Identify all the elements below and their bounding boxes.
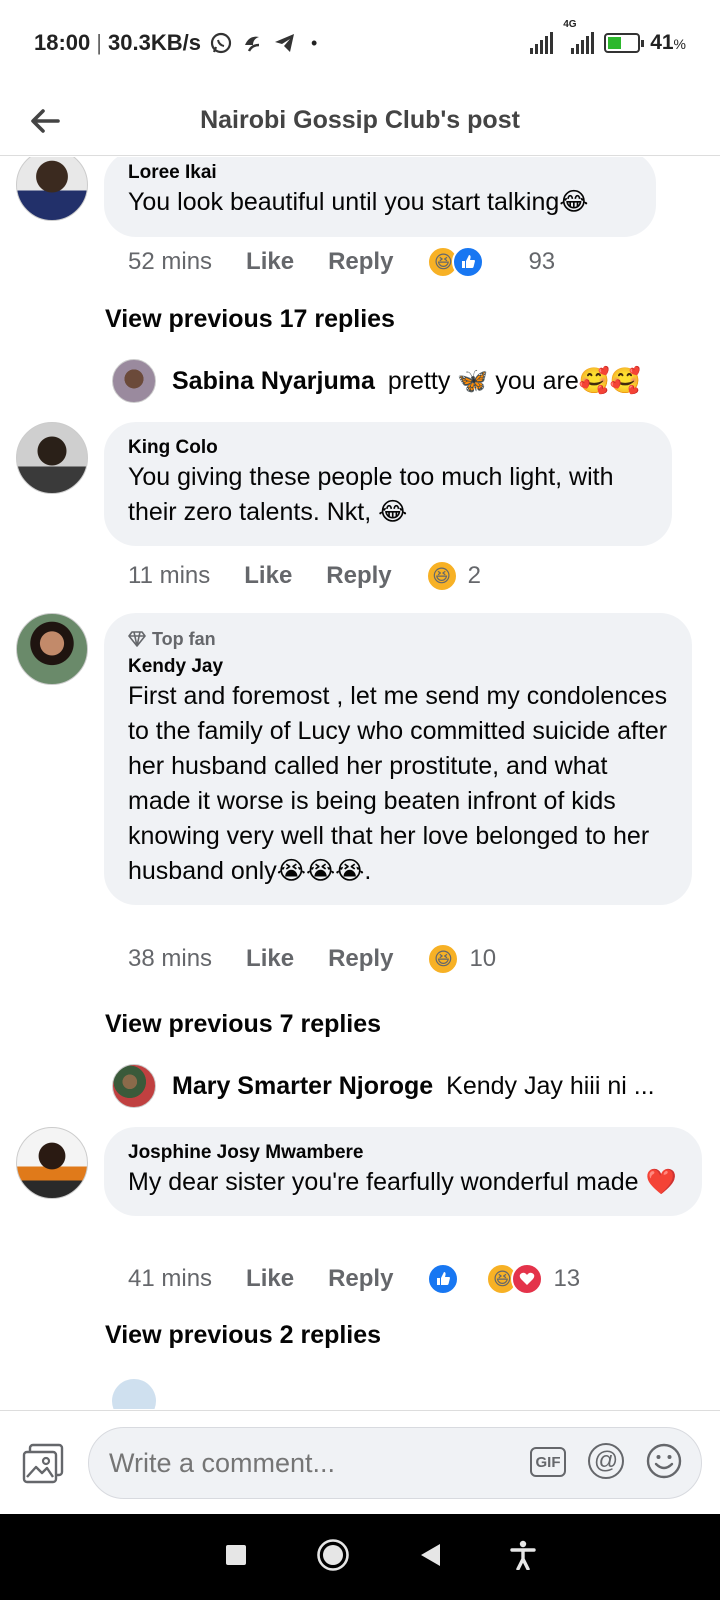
haha-reaction-icon: 😆 (427, 943, 460, 975)
comment-time: 11 mins (128, 562, 211, 589)
like-button[interactable]: Like (246, 945, 294, 973)
mention-button[interactable]: @ (588, 1443, 624, 1479)
photo-icon (22, 1443, 64, 1484)
comment-time: 41 mins (128, 1265, 213, 1292)
comments-feed[interactable]: Loree Ikai You look beautiful until you … (0, 157, 720, 1409)
gif-icon: GIF (530, 1447, 566, 1477)
reaction-summary[interactable]: 😆 2 (425, 560, 482, 592)
avatar[interactable] (16, 157, 88, 221)
status-time: 18:00 (34, 30, 91, 55)
page-title: Nairobi Gossip Club's post (200, 106, 520, 134)
like-reaction-icon (452, 246, 485, 278)
comment-time: 38 mins (128, 945, 213, 972)
view-previous-replies[interactable]: View previous 2 replies (105, 1321, 381, 1350)
reaction-count: 2 (467, 562, 482, 589)
notification-dot-icon: • (310, 32, 318, 53)
whatsapp-icon (210, 32, 232, 54)
comment-author[interactable]: King Colo (128, 436, 648, 460)
reaction-summary[interactable]: 😆 10 (427, 943, 496, 975)
emoji-icon (646, 1443, 682, 1479)
like-button[interactable]: Like (246, 248, 294, 276)
signal-app-icon (244, 36, 260, 52)
comment-bubble[interactable]: King Colo You giving these people too mu… (104, 422, 672, 546)
reaction-summary[interactable]: 😆 13 (427, 1263, 580, 1295)
reply-button[interactable]: Reply (328, 248, 393, 276)
battery-icon (604, 33, 645, 53)
comment-time: 52 mins (128, 248, 213, 275)
reaction-summary[interactable]: 😆 93 (427, 246, 555, 278)
back-button[interactable] (0, 86, 90, 156)
reply-snippet: pretty 🦋 you are🥰🥰 (387, 367, 641, 395)
emoji-button[interactable] (646, 1443, 682, 1484)
comment-bubble[interactable]: Loree Ikai You look beautiful until you … (104, 157, 656, 237)
haha-reaction-icon: 😆 (425, 560, 458, 592)
avatar (112, 1064, 156, 1108)
status-speed: 30.3KB/s (108, 30, 201, 55)
back-arrow-icon (31, 108, 60, 133)
cell-signal-4g-icon: 4G (563, 19, 595, 54)
view-previous-replies[interactable]: View previous 17 replies (105, 305, 395, 334)
recents-button[interactable] (224, 1543, 248, 1572)
comment-bubble[interactable]: Top fan Kendy Jay First and foremost , l… (104, 613, 692, 905)
top-fan-badge: Top fan (128, 627, 668, 651)
accessibility-icon (510, 1540, 536, 1571)
system-nav-bar (0, 1514, 720, 1600)
reply-snippet: Kendy Jay hiii ni ... (446, 1072, 655, 1100)
reply-button[interactable]: Reply (328, 945, 393, 973)
diamond-icon (128, 631, 146, 647)
nav-back-button[interactable] (418, 1542, 442, 1573)
comment-text: You look beautiful until you start talki… (128, 188, 589, 216)
reaction-count: 10 (469, 945, 497, 972)
battery-percent: 41 (650, 31, 674, 54)
avatar[interactable] (16, 422, 88, 494)
back-nav-icon (421, 1543, 440, 1566)
signal-bars-icon (530, 32, 554, 54)
reply-preview[interactable]: Sabina Nyarjuma pretty 🦋 you are🥰🥰 (0, 357, 720, 405)
like-button[interactable]: Like (244, 562, 292, 590)
gif-button[interactable]: GIF (530, 1447, 566, 1477)
reply-button[interactable]: Reply (328, 1265, 393, 1293)
reply-preview[interactable]: Mary Smarter Njoroge Kendy Jay hiii ni .… (0, 1062, 720, 1110)
page-header: Nairobi Gossip Club's post (0, 86, 720, 156)
mention-icon: @ (588, 1443, 624, 1479)
comment-text: You giving these people too much light, … (128, 463, 614, 526)
avatar[interactable] (16, 613, 88, 685)
photo-button[interactable] (22, 1443, 66, 1485)
reaction-count: 13 (553, 1265, 581, 1292)
like-button[interactable]: Like (246, 1265, 294, 1293)
view-previous-replies[interactable]: View previous 7 replies (105, 1010, 381, 1039)
comment-bubble[interactable]: Josphine Josy Mwambere My dear sister yo… (104, 1127, 702, 1216)
accessibility-button[interactable] (510, 1540, 536, 1575)
comment-author[interactable]: Kendy Jay (128, 655, 668, 679)
reply-author: Mary Smarter Njoroge Kendy Jay hiii ni .… (172, 1072, 655, 1100)
avatar (112, 1379, 156, 1409)
comment-text: My dear sister you're fearfully wonderfu… (128, 1168, 677, 1196)
reply-button[interactable]: Reply (326, 562, 391, 590)
comment-text: First and foremost , let me send my cond… (128, 682, 668, 885)
reaction-count: 93 (528, 248, 556, 275)
status-bar: 18:00 | 30.3KB/s • 4G 41% (34, 19, 686, 55)
comment-author[interactable]: Josphine Josy Mwambere (128, 1141, 678, 1165)
comment-author[interactable]: Loree Ikai (128, 161, 632, 185)
recents-nav-icon (226, 1544, 246, 1565)
love-reaction-icon (511, 1263, 544, 1295)
home-button[interactable] (316, 1538, 350, 1577)
reply-author: Sabina Nyarjuma pretty 🦋 you are🥰🥰 (172, 367, 641, 395)
telegram-icon (274, 34, 294, 52)
avatar[interactable] (16, 1127, 88, 1199)
avatar (112, 359, 156, 403)
home-nav-icon (317, 1538, 349, 1571)
comment-composer: GIF @ (0, 1410, 720, 1514)
like-reaction-icon (427, 1263, 460, 1295)
